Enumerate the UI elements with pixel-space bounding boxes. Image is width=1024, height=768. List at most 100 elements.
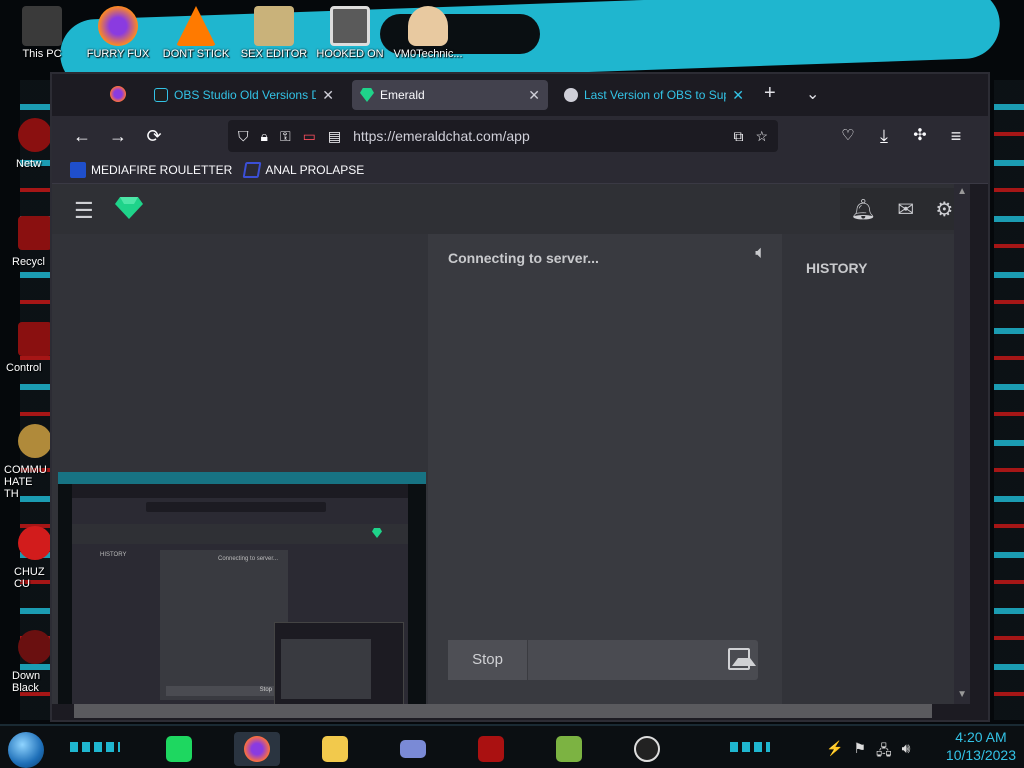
taskbar-firefox[interactable] [234,732,280,766]
desktop-icon-label: VM0Technic... [393,48,463,60]
close-icon[interactable]: ✕ [528,87,540,104]
bookmark-mediafire[interactable]: MEDIAFIRE ROULETTER [70,161,233,178]
desktop-icon-chuz[interactable]: CHUZ CU [0,526,52,590]
vertical-scrollbar[interactable]: ▲ ▼ [954,184,970,704]
preview-stop: Stop [259,687,272,693]
desktop-icon-label: COMMU HATE TH [4,464,47,500]
tab-last-version-obs[interactable]: Last Version of OBS to Supp ✕ [556,80,752,110]
minecraft-icon [556,736,582,762]
app-tray-icon[interactable]: ⚡ [826,740,843,764]
site-v-icon [154,88,168,102]
clock-date: 10/13/2023 [945,747,1016,763]
taskbar-file-explorer[interactable] [312,732,358,766]
chat-input-row: Stop [448,640,758,680]
desktop-icon-recycle[interactable]: Recycl [0,216,52,268]
desktop-icon-sex-editor[interactable]: SEX EDITOR [232,6,316,60]
horizontal-scrollbar[interactable] [74,704,932,718]
close-icon[interactable]: ✕ [322,87,334,104]
navigation-bar: ← → ⟳ ⛉ 🔒︎ ⚿ ▭ ▤ https://emeraldchat.com… [52,116,988,156]
forward-button[interactable]: → [106,124,130,148]
permissions-icon[interactable]: ⚿ [280,128,291,145]
network-icon[interactable]: 🖧︎ [876,740,892,764]
shield-icon[interactable]: ⛉ [238,128,249,145]
wallpaper-side-left [20,80,50,720]
reader-icon[interactable]: ▤ [328,128,341,145]
bookmarks-bar: MEDIAFIRE ROULETTER ANAL PROLAPSE [52,156,988,184]
desktop-icon-label: Recycl [12,256,46,268]
desktop-icon-vm0technic[interactable]: VM0Technic... [386,6,470,60]
taskbar-obs[interactable] [624,732,670,766]
scroll-down-icon[interactable]: ▼ [957,689,967,700]
camera-blocked-icon[interactable]: ▭ [303,128,316,145]
chevron-down-icon[interactable]: ⌄ [806,84,819,104]
start-button[interactable] [8,732,44,768]
stop-button[interactable]: Stop [448,640,528,680]
taskbar-minecraft[interactable] [546,732,592,766]
desktop-icon-label: Down Black [12,670,41,694]
taskbar-id-card[interactable] [390,732,436,766]
flag-icon[interactable]: ⚑ [853,740,866,764]
clock[interactable]: 4:20 AM 10/13/2023 [946,728,1016,764]
image-upload-icon[interactable] [728,648,756,670]
speaker-icon[interactable]: 🔈︎ [755,242,766,263]
taskbar: ⚡ ⚑ 🖧︎ 🔊︎ 4:20 AM 10/13/2023 [0,724,1024,768]
hamburger-menu-icon[interactable]: ☰ [74,198,94,224]
lock-icon[interactable]: 🔒︎ [261,128,268,145]
desktop-icon-network[interactable]: Netw [0,118,52,170]
download-icon[interactable]: ⤓ [872,124,896,148]
desktop-icon-commu[interactable]: COMMU HATE TH [0,424,52,500]
plus-icon[interactable]: + [764,82,776,105]
taskbar-game[interactable] [468,732,514,766]
preview-history: HISTORY [100,552,127,558]
url-text[interactable]: https://emeraldchat.com/app [353,128,721,144]
menu-icon[interactable]: ≡ [944,124,968,148]
spotify-icon [166,736,192,762]
emerald-logo-icon[interactable] [114,196,144,220]
bookmark-star-icon[interactable]: ☆ [755,128,768,145]
tab-bar: OBS Studio Old Versions Do ✕ Emerald ✕ L… [52,74,988,116]
app-icon [18,526,52,560]
tab-emerald[interactable]: Emerald ✕ [352,80,548,110]
desktop-icon-label: FURRY FUX [86,48,150,60]
back-button[interactable]: ← [70,124,94,148]
gear-icon[interactable]: ⚙ [935,197,953,222]
volume-icon[interactable]: 🔊︎ [902,740,911,764]
preview-nested [274,622,404,704]
desktop-icon-dont-stick[interactable]: DONT STICK [154,6,238,60]
desktop-icon-control[interactable]: Control [0,322,52,374]
desktop-icon-furry-fux[interactable]: FURRY FUX [76,6,160,60]
picture-in-picture-icon[interactable]: ⧉ [733,128,743,145]
vlc-icon [176,6,216,46]
desktop-icon-label: HOOKED ON [316,48,384,60]
bookmark-site-icon [242,161,262,178]
wallpaper-side-right [994,80,1024,720]
reload-button[interactable]: ⟳ [142,124,166,148]
url-bar[interactable]: ⛉ 🔒︎ ⚿ ▭ ▤ https://emeraldchat.com/app ⧉… [228,120,778,152]
taskbar-spotify[interactable] [156,732,202,766]
tab-title: Last Version of OBS to Supp [584,88,727,102]
tab-obs-old-versions[interactable]: OBS Studio Old Versions Do ✕ [146,80,342,110]
preview-tabbar [72,484,408,498]
desktop-icon-hooked-on[interactable]: HOOKED ON [308,6,392,60]
desktop-icon-down[interactable]: Down Black [0,630,52,694]
network-icon [18,118,52,152]
connection-status: Connecting to server... [448,250,599,266]
desktop-icon-this-pc[interactable]: This PC [0,6,84,60]
computer-icon [22,6,62,46]
bookmark-second[interactable]: ANAL PROLAPSE [242,161,364,178]
game-icon [478,736,504,762]
mail-icon[interactable]: ✉ [897,197,914,222]
scroll-up-icon[interactable]: ▲ [957,186,967,197]
pocket-icon[interactable]: ♡ [836,124,860,148]
preview-status: Connecting to server... [218,556,279,562]
preview-urlbar [146,502,326,512]
firefox-icon [244,736,270,762]
extensions-icon[interactable]: ✣ [908,124,932,148]
bookmark-label: MEDIAFIRE ROULETTER [91,162,233,177]
preview-input: Stop [166,686,280,696]
preview-chat: Connecting to server... Stop [160,550,288,700]
bell-icon[interactable]: 🔔︎ [851,197,876,222]
emerald-app: ☰ 🔔︎ ✉ ⚙ Connecting to server... 🔈︎ Stop… [52,184,970,704]
firefox-view-icon[interactable] [110,86,126,102]
close-icon[interactable]: ✕ [732,87,744,104]
